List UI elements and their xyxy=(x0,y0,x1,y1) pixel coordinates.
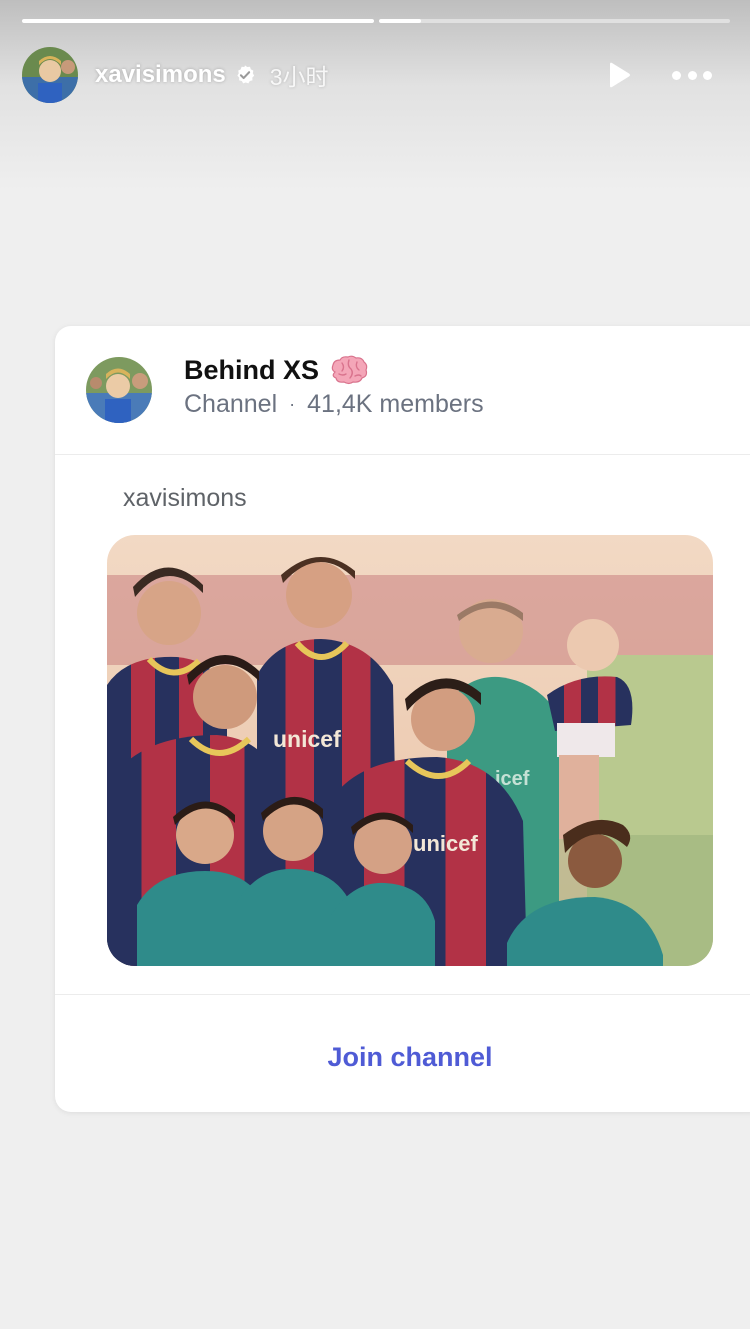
story-viewer: xavisimons 3小时 Behind XS Channel · 41,4K… xyxy=(0,0,750,1329)
channel-header: Behind XS Channel · 41,4K members xyxy=(55,326,750,455)
join-channel-button[interactable]: Join channel xyxy=(327,1042,492,1073)
channel-card[interactable]: Behind XS Channel · 41,4K members xavisi… xyxy=(55,326,750,1112)
more-dot xyxy=(687,70,697,80)
post-image[interactable]: unicef icef unicef xyxy=(107,535,713,966)
channel-name: Behind XS xyxy=(184,354,320,385)
play-icon[interactable] xyxy=(604,60,634,90)
more-options-icon[interactable] xyxy=(672,60,712,90)
story-progress-bar xyxy=(22,19,730,23)
member-count: 41,4K members xyxy=(307,390,484,418)
username[interactable]: xavisimons xyxy=(95,61,226,89)
more-dot xyxy=(703,70,712,80)
progress-fill-2 xyxy=(378,19,421,23)
more-dot xyxy=(672,70,681,80)
progress-fill-1 xyxy=(22,19,374,23)
shirt-sponsor-text-1: unicef xyxy=(273,726,341,752)
post-author: xavisimons xyxy=(123,484,247,512)
story-header: xavisimons 3小时 xyxy=(22,46,730,104)
card-footer: Join channel xyxy=(55,994,750,1112)
progress-segment-2 xyxy=(378,19,730,23)
channel-meta: Channel · 41,4K members xyxy=(184,390,484,419)
progress-segment-1 xyxy=(22,19,374,23)
avatar[interactable] xyxy=(22,47,78,103)
post-time: 3小时 xyxy=(269,64,329,90)
brain-icon xyxy=(329,354,369,386)
channel-type: Channel xyxy=(184,390,278,418)
channel-avatar xyxy=(86,357,152,423)
channel-title: Behind XS xyxy=(184,354,369,386)
meta-separator: · xyxy=(289,394,296,414)
shirt-sponsor-text-2: unicef xyxy=(413,831,478,856)
verified-badge-icon xyxy=(234,64,256,86)
